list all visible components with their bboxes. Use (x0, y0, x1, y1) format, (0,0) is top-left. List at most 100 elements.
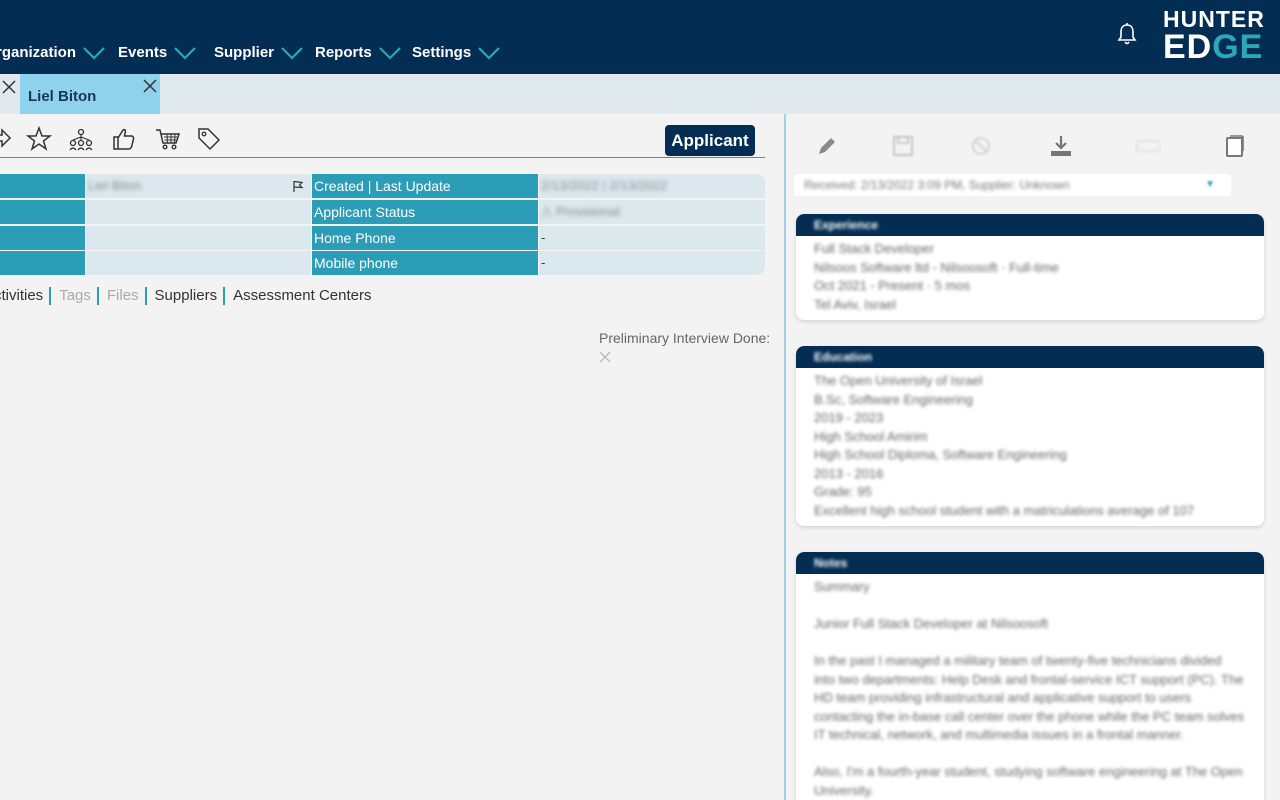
created-value-cell: 2/13/2022 | 2/13/2022 (539, 174, 765, 198)
nav-settings-label: Settings (412, 44, 472, 61)
subtab-assessment-centers[interactable]: Assessment Centers (225, 287, 377, 305)
education-card: Education The Open University of Israel … (796, 346, 1264, 526)
value-cell (86, 226, 311, 250)
org-chart-icon[interactable] (68, 126, 94, 152)
education-line: The Open University of Israel (814, 373, 983, 388)
applicant-button[interactable]: Applicant (665, 125, 755, 156)
nav-organization-label: rganization (0, 44, 77, 61)
nav-reports-label: Reports (315, 44, 372, 61)
pencil-icon[interactable] (815, 134, 839, 158)
open-tabs-strip: Liel Biton (0, 74, 1280, 114)
experience-body: Full Stack Developer Nilsoos Software lt… (796, 236, 1264, 320)
nav-supplier[interactable]: Supplier (214, 44, 304, 61)
education-line: B.Sc, Software Engineering (814, 391, 973, 407)
education-line: High School Amirim (814, 428, 928, 444)
download-icon[interactable] (1049, 134, 1073, 158)
subtab-suppliers[interactable]: Suppliers (147, 287, 226, 305)
copy-document-icon[interactable] (1222, 134, 1246, 158)
home-phone-label: Home Phone (312, 226, 538, 250)
education-title: Education (814, 350, 873, 364)
value-cell (86, 200, 311, 224)
tab-liel-biton[interactable]: Liel Biton (20, 74, 160, 114)
mobile-phone-value: - (539, 251, 765, 275)
thumbs-up-icon[interactable] (111, 126, 137, 152)
nav-events[interactable]: Events (118, 44, 197, 61)
block-icon[interactable] (969, 134, 993, 158)
tag-icon[interactable] (196, 126, 222, 152)
chevron-down-icon (378, 46, 401, 60)
home-phone-value: - (539, 226, 765, 250)
label-cell (0, 174, 85, 198)
received-text: Received: 2/13/2022 3:09 PM, Supplier: U… (804, 178, 1070, 192)
chevron-down-icon: ▼ (1205, 179, 1215, 190)
education-line: 2019 - 2023 (814, 410, 884, 425)
experience-line: Oct 2021 - Present · 5 mos (814, 278, 971, 293)
label-cell (0, 200, 85, 224)
nav-settings[interactable]: Settings (412, 44, 501, 61)
details-row-3: Home Phone - (0, 226, 765, 250)
details-row-1: Liel Biton Created | Last Update 2/13/20… (0, 174, 765, 198)
bell-icon[interactable] (1116, 22, 1138, 46)
applicant-details-panel: Applicant Liel Biton Created | Last Upda… (0, 114, 784, 800)
notes-headline: Junior Full Stack Developer at Nilsoosof… (814, 616, 1049, 631)
close-icon[interactable] (599, 351, 611, 363)
subtab-tags[interactable]: Tags (51, 287, 99, 305)
nav-events-label: Events (118, 44, 168, 61)
status-value-text: Provisional (556, 204, 620, 219)
experience-line: Full Stack Developer (814, 241, 934, 256)
received-dropdown[interactable]: Received: 2/13/2022 3:09 PM, Supplier: U… (794, 174, 1231, 196)
flag-icon[interactable] (292, 180, 304, 193)
star-icon[interactable] (26, 126, 52, 152)
label-cell (0, 251, 85, 275)
experience-title: Experience (814, 218, 879, 232)
nav-supplier-label: Supplier (214, 44, 275, 61)
keyboard-icon[interactable] (1136, 134, 1160, 158)
name-value: Liel Biton (88, 178, 142, 193)
notes-paragraph: Also, I'm a fourth-year student, studyin… (814, 764, 1243, 798)
experience-header: Experience (796, 214, 1264, 236)
close-icon[interactable] (143, 79, 157, 93)
close-icon[interactable] (2, 80, 16, 94)
chevron-down-icon (478, 46, 500, 60)
subtab-files[interactable]: Files (99, 287, 147, 305)
notes-paragraph: In the past I managed a military team of… (814, 653, 1244, 742)
notes-card: Notes Summary Junior Full Stack Develope… (796, 552, 1264, 800)
status-value: ⚠ Provisional (541, 204, 620, 219)
detail-subtabs: ctivities Tags Files Suppliers Assessmen… (0, 286, 377, 306)
label-cell (0, 226, 85, 250)
notes-title: Notes (814, 556, 848, 570)
top-navigation-bar: rganization Events Supplier Reports Sett… (0, 0, 1280, 74)
created-label: Created | Last Update (312, 174, 538, 198)
experience-line: Tel Aviv, Israel (814, 296, 896, 312)
mobile-phone-label: Mobile phone (312, 251, 538, 275)
subtab-activities[interactable]: ctivities (0, 287, 52, 305)
education-line: Grade: 95 (814, 484, 872, 499)
notes-summary: Summary (814, 579, 870, 594)
save-icon[interactable] (891, 134, 915, 158)
transfer-icon[interactable] (0, 126, 14, 152)
education-line: 2013 - 2016 (814, 465, 884, 481)
hunter-edge-logo: HUNTER EDGE (1163, 6, 1264, 64)
chevron-down-icon (83, 46, 105, 60)
shopping-cart-icon[interactable] (155, 126, 181, 152)
details-row-2: Applicant Status ⚠ Provisional (0, 200, 765, 224)
notes-body: Summary Junior Full Stack Developer at N… (796, 574, 1264, 800)
logo-bottom-a: ED (1163, 28, 1213, 66)
created-value: 2/13/2022 | 2/13/2022 (541, 178, 668, 193)
preliminary-interview-label: Preliminary Interview Done: (599, 330, 771, 346)
tab-label: Liel Biton (28, 88, 97, 105)
cv-preview-panel: Received: 2/13/2022 3:09 PM, Supplier: U… (786, 114, 1280, 800)
education-body: The Open University of Israel B.Sc, Soft… (796, 368, 1264, 526)
nav-organization[interactable]: rganization (0, 44, 106, 61)
logo-bottom-text: EDGE (1163, 30, 1263, 64)
name-value-cell: Liel Biton (86, 174, 311, 198)
value-cell (86, 251, 311, 275)
chevron-down-icon (281, 46, 303, 60)
experience-line: Nilsoos Software ltd - Nilsoosoft · Full… (814, 259, 1059, 275)
education-header: Education (796, 346, 1264, 368)
nav-reports[interactable]: Reports (315, 44, 402, 61)
chevron-down-icon (174, 46, 196, 60)
applicant-status-label: Applicant Status (312, 200, 538, 224)
toolbar-divider (0, 157, 765, 158)
education-line: Excellent high school student with a mat… (814, 502, 1195, 518)
